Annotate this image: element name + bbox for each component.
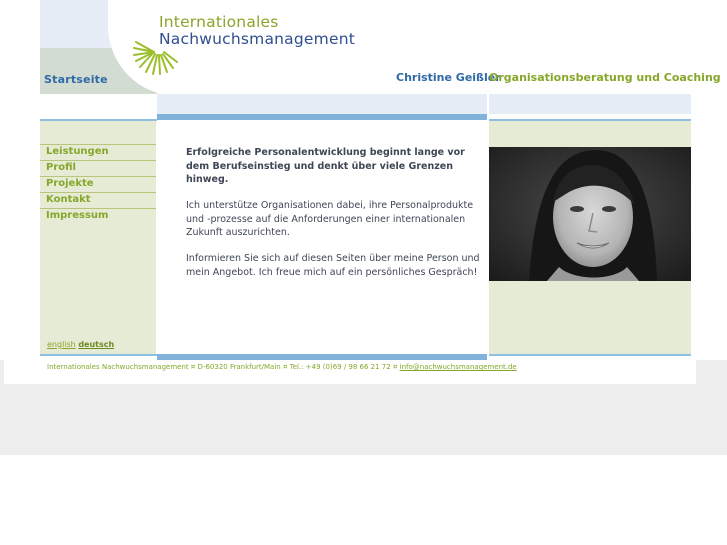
footer-address: Internationales Nachwuchsmanagement ¤ D-… xyxy=(47,363,517,371)
main-content: Erfolgreiche Personalentwicklung beginnt… xyxy=(186,146,481,292)
lead-paragraph: Erfolgreiche Personalentwicklung beginnt… xyxy=(186,147,465,185)
logo-title-line2: Nachwuchsmanagement xyxy=(159,30,355,48)
language-deutsch-link[interactable]: deutsch xyxy=(78,340,114,349)
portrait-photo xyxy=(489,147,691,281)
language-english-link[interactable]: english xyxy=(47,340,76,349)
language-switch: english deutsch xyxy=(47,340,114,349)
nav-item-profil[interactable]: Profil xyxy=(40,160,156,175)
nav-item-kontakt[interactable]: Kontakt xyxy=(40,192,156,207)
header-divider xyxy=(487,94,489,114)
home-link[interactable]: Startseite xyxy=(44,73,108,86)
left-bottom-rule xyxy=(40,354,157,356)
invite-paragraph: Informieren Sie sich auf diesen Seiten ü… xyxy=(186,253,480,278)
intro-paragraph: Ich unterstütze Organisationen dabei, ih… xyxy=(186,200,474,238)
nav-item-leistungen[interactable]: Leistungen xyxy=(40,144,156,159)
header-band xyxy=(157,94,691,114)
nav-item-impressum[interactable]: Impressum xyxy=(40,208,156,223)
tagline: Organisationsberatung und Coaching xyxy=(489,71,721,84)
footer-address-text: Internationales Nachwuchsmanagement ¤ D-… xyxy=(47,363,400,371)
logo-title-line1: Internationales xyxy=(159,13,279,31)
person-name: Christine Geißler xyxy=(396,71,501,84)
nav-item-projekte[interactable]: Projekte xyxy=(40,176,156,191)
footer-email-link[interactable]: info@nachwuchsmanagement.de xyxy=(400,363,517,371)
right-bottom-rule xyxy=(489,354,691,356)
header-left-top-panel xyxy=(40,0,112,48)
portrait-image xyxy=(489,147,691,281)
sidebar-nav: Leistungen Profil Projekte Kontakt Impre… xyxy=(40,144,156,224)
